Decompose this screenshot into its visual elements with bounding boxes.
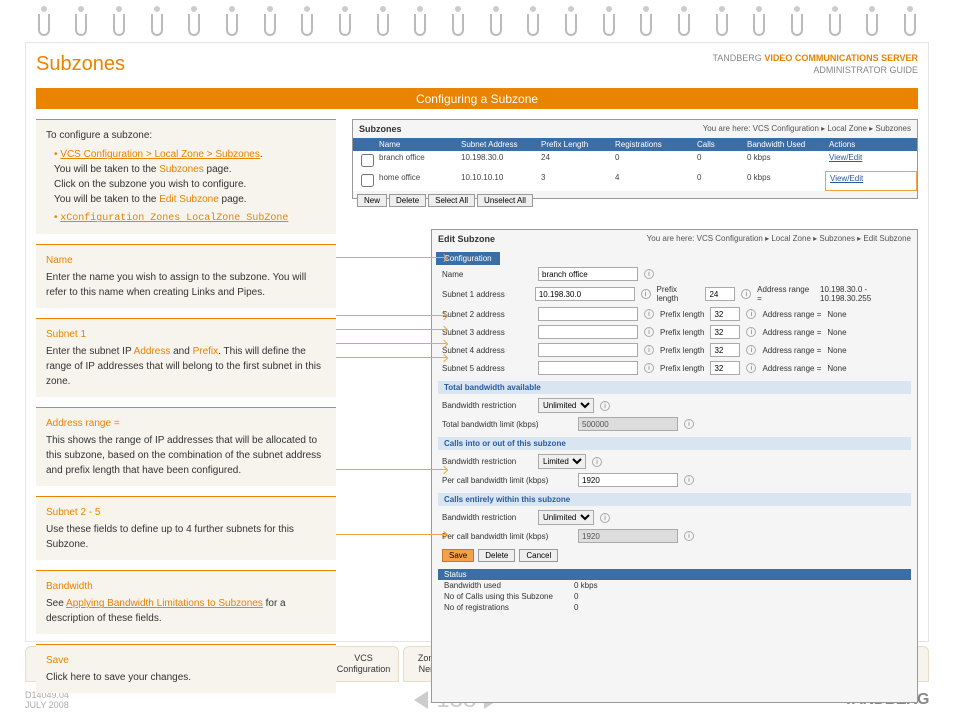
- prefix-input[interactable]: [705, 287, 735, 301]
- callout-line: [336, 257, 446, 258]
- left-column: To configure a subzone: • VCS Configurat…: [36, 119, 336, 703]
- info-icon[interactable]: i: [746, 363, 756, 373]
- card-name: Name Enter the name you wish to assign t…: [36, 244, 336, 308]
- section-calls-within: Calls entirely within this subzone: [438, 493, 911, 506]
- row-checkbox[interactable]: [361, 174, 374, 187]
- callout-line: [336, 343, 446, 344]
- per-call-limit-input[interactable]: [578, 473, 678, 487]
- screenshot-subzones-list: SubzonesYou are here: VCS Configuration …: [352, 119, 918, 199]
- section-total-bw: Total bandwidth available: [438, 381, 911, 394]
- info-icon[interactable]: i: [644, 345, 654, 355]
- content-area: To configure a subzone: • VCS Configurat…: [26, 109, 928, 713]
- bw-restriction-select[interactable]: Limited: [538, 454, 586, 469]
- callout-line: [336, 534, 446, 535]
- callout-line: [336, 315, 446, 316]
- info-icon[interactable]: i: [644, 309, 654, 319]
- card-address-range: Address range = This shows the range of …: [36, 407, 336, 486]
- name-input[interactable]: [538, 267, 638, 281]
- info-icon[interactable]: i: [741, 289, 751, 299]
- table-row: home office10.10.10.103400 kbpsView/Edit: [353, 171, 917, 191]
- subnet4-input[interactable]: [538, 343, 638, 357]
- header-right: TANDBERG VIDEO COMMUNICATIONS SERVER ADM…: [712, 53, 918, 76]
- card-subnet25: Subnet 2 - 5 Use these fields to define …: [36, 496, 336, 560]
- subnet3-input[interactable]: [538, 325, 638, 339]
- page-body: Subzones TANDBERG VIDEO COMMUNICATIONS S…: [25, 42, 929, 642]
- bw-restriction-select[interactable]: Unlimited: [538, 398, 594, 413]
- info-icon[interactable]: i: [600, 513, 610, 523]
- info-icon[interactable]: i: [746, 345, 756, 355]
- prefix-input[interactable]: [710, 325, 740, 339]
- card-bandwidth: Bandwidth See Applying Bandwidth Limitat…: [36, 570, 336, 634]
- section-calls-inout: Calls into or out of this subzone: [438, 437, 911, 450]
- table-header: NameSubnet AddressPrefix LengthRegistrat…: [353, 138, 917, 151]
- unselect-all-button[interactable]: Unselect All: [477, 194, 533, 207]
- link-vcs-path[interactable]: VCS Configuration > Local Zone > Subzone…: [60, 149, 260, 160]
- view-edit-link[interactable]: View/Edit: [825, 171, 917, 191]
- delete-button[interactable]: Delete: [389, 194, 426, 207]
- link-bandwidth-limitations[interactable]: Applying Bandwidth Limitations to Subzon…: [66, 598, 263, 609]
- table-row: branch office10.198.30.024000 kbpsView/E…: [353, 151, 917, 171]
- view-edit-link[interactable]: View/Edit: [825, 151, 917, 171]
- spiral-binding: [0, 0, 954, 42]
- card-subnet1: Subnet 1 Enter the subnet IP Address and…: [36, 318, 336, 397]
- save-button[interactable]: Save: [442, 549, 474, 562]
- info-icon[interactable]: i: [684, 419, 694, 429]
- bw-limit-input: [578, 417, 678, 431]
- info-icon[interactable]: i: [684, 531, 694, 541]
- row-checkbox[interactable]: [361, 154, 374, 167]
- info-icon[interactable]: i: [592, 457, 602, 467]
- section-bar: Configuring a Subzone: [36, 89, 918, 109]
- prefix-input[interactable]: [710, 361, 740, 375]
- prefix-input[interactable]: [710, 307, 740, 321]
- info-icon[interactable]: i: [641, 289, 651, 299]
- bw-restriction-select[interactable]: Unlimited: [538, 510, 594, 525]
- callout-line: [336, 357, 446, 358]
- card-save: Save Click here to save your changes.: [36, 644, 336, 693]
- subnet5-input[interactable]: [538, 361, 638, 375]
- select-all-button[interactable]: Select All: [428, 194, 475, 207]
- info-icon[interactable]: i: [746, 327, 756, 337]
- callout-line: [336, 469, 446, 470]
- info-icon[interactable]: i: [746, 309, 756, 319]
- link-xconfiguration[interactable]: xConfiguration Zones LocalZone SubZone: [60, 213, 288, 224]
- status-bar: Status: [438, 569, 911, 580]
- intro-box: To configure a subzone: • VCS Configurat…: [36, 119, 336, 234]
- subnet2-input[interactable]: [538, 307, 638, 321]
- prefix-input[interactable]: [710, 343, 740, 357]
- cancel-button[interactable]: Cancel: [519, 549, 558, 562]
- info-icon[interactable]: i: [644, 327, 654, 337]
- callout-line: [336, 329, 446, 330]
- info-icon[interactable]: i: [644, 269, 654, 279]
- screenshot-edit-subzone: Edit SubzoneYou are here: VCS Configurat…: [431, 229, 918, 703]
- info-icon[interactable]: i: [684, 475, 694, 485]
- delete-button[interactable]: Delete: [478, 549, 515, 562]
- per-call-limit-input: [578, 529, 678, 543]
- page-title-row: Subzones TANDBERG VIDEO COMMUNICATIONS S…: [26, 43, 928, 82]
- info-icon[interactable]: i: [600, 401, 610, 411]
- new-button[interactable]: New: [357, 194, 387, 207]
- info-icon[interactable]: i: [644, 363, 654, 373]
- right-column: SubzonesYou are here: VCS Configuration …: [346, 119, 918, 703]
- page-title: Subzones: [36, 53, 125, 76]
- subnet1-input[interactable]: [535, 287, 635, 301]
